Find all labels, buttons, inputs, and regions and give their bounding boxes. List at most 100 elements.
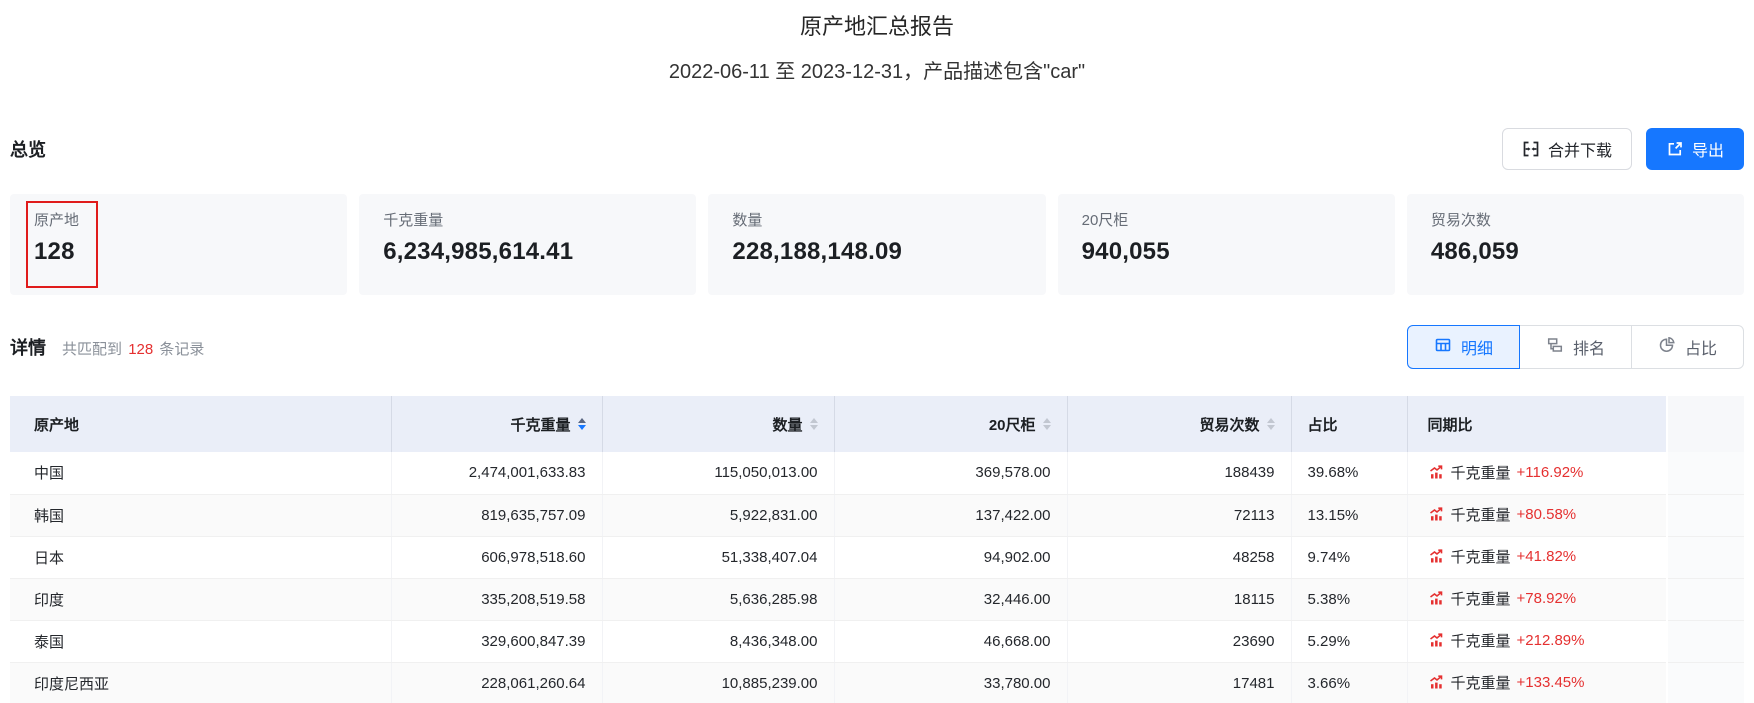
tab-ranking[interactable]: 排名 [1518, 325, 1632, 369]
cell-trades: 18115 [1067, 578, 1292, 621]
tab-label: 明细 [1460, 341, 1493, 358]
cell-trades: 48258 [1067, 536, 1292, 579]
sort-carets-icon[interactable] [577, 418, 586, 430]
cell-origin: 日本 [10, 536, 392, 579]
cell-gutter [1666, 662, 1744, 703]
tab-share[interactable]: 占比 [1630, 325, 1744, 369]
yoy-metric: 千克重量 [1450, 506, 1511, 524]
cell-trades: 72113 [1067, 494, 1292, 537]
section-details-heading: 详情 [10, 338, 46, 358]
export-label: 导出 [1691, 143, 1724, 160]
sort-carets-icon[interactable] [1042, 418, 1051, 430]
stat-card-value: 6,234,985,614.41 [383, 238, 574, 265]
cell-weight: 228,061,260.64 [391, 662, 603, 703]
stat-card-value: 940,055 [1081, 238, 1170, 265]
cell-teu: 137,422.00 [834, 494, 1068, 537]
cell-quantity: 8,436,348.00 [602, 620, 835, 663]
yoy-value: +78.92% [1516, 589, 1577, 607]
yoy-metric: 千克重量 [1450, 548, 1511, 566]
column-header-weight[interactable]: 千克重量 [391, 396, 603, 452]
cell-gutter [1666, 578, 1744, 621]
cell-share: 5.38% [1291, 578, 1408, 621]
stat-card-origin: 原产地 128 [10, 194, 348, 295]
sort-carets-icon[interactable] [809, 418, 818, 430]
cell-gutter [1666, 494, 1744, 537]
cell-origin: 泰国 [10, 620, 392, 663]
trend-up-icon [1428, 632, 1445, 648]
yoy-metric: 千克重量 [1450, 590, 1511, 608]
column-header-quantity[interactable]: 数量 [602, 396, 835, 452]
stat-card-label: 千克重量 [383, 212, 444, 229]
trend-up-icon [1428, 464, 1445, 480]
cell-quantity: 115,050,013.00 [602, 452, 835, 495]
tab-label: 排名 [1572, 341, 1605, 358]
action-buttons: 合并下载 导出 [1501, 128, 1744, 170]
merge-download-button[interactable]: 合并下载 [1501, 128, 1632, 170]
column-header-origin: 原产地 [10, 396, 392, 452]
table-body: 中国 2,474,001,633.83 115,050,013.00 369,5… [10, 452, 1744, 703]
export-button[interactable]: 导出 [1645, 128, 1744, 170]
trend-up-icon [1428, 506, 1445, 522]
trend-up-icon [1428, 590, 1445, 606]
tab-detail[interactable]: 明细 [1406, 325, 1520, 369]
match-prefix: 共匹配到 [62, 341, 123, 358]
column-header-yoy: 同期比 [1407, 396, 1668, 452]
cell-share: 39.68% [1291, 452, 1408, 495]
yoy-metric: 千克重量 [1450, 674, 1511, 692]
merge-icon [1522, 140, 1540, 158]
yoy-value: +133.45% [1516, 673, 1585, 691]
stat-card-value: 128 [34, 238, 75, 265]
yoy-value: +80.58% [1516, 505, 1577, 523]
stat-card-weight: 千克重量 6,234,985,614.41 [359, 194, 697, 295]
stat-card-trades: 贸易次数 486,059 [1406, 194, 1745, 295]
table-row[interactable]: 日本 606,978,518.60 51,338,407.04 94,902.0… [10, 536, 1744, 579]
column-header-share: 占比 [1291, 396, 1408, 452]
cell-share: 5.29% [1291, 620, 1408, 663]
data-table: 原产地 千克重量 数量 20尺柜 贸易次数 占比 同期比 中国 2,474,00… [10, 396, 1744, 703]
details-left: 详情 共匹配到 128 条记录 [10, 334, 204, 360]
page-subtitle: 2022-06-11 至 2023-12-31，产品描述包含"car" [668, 61, 1086, 83]
yoy-value: +116.92% [1516, 463, 1584, 481]
cell-teu: 33,780.00 [834, 662, 1068, 703]
overview-bar: 总览 合并下载 导出 [10, 126, 1744, 172]
yoy-metric: 千克重量 [1450, 632, 1511, 650]
cell-origin: 印度 [10, 578, 392, 621]
merge-download-label: 合并下载 [1547, 143, 1612, 160]
report-page: 原产地汇总报告 2022-06-11 至 2023-12-31，产品描述包含"c… [0, 12, 1754, 703]
cell-yoy: 千克重量 +212.89% [1407, 620, 1668, 663]
match-count-number: 128 [128, 341, 154, 358]
cell-weight: 335,208,519.58 [391, 578, 603, 621]
cell-share: 13.15% [1291, 494, 1408, 537]
cell-weight: 329,600,847.39 [391, 620, 603, 663]
column-header-trades[interactable]: 贸易次数 [1067, 396, 1292, 452]
table-row[interactable]: 泰国 329,600,847.39 8,436,348.00 46,668.00… [10, 620, 1744, 663]
table-row[interactable]: 印度尼西亚 228,061,260.64 10,885,239.00 33,78… [10, 662, 1744, 703]
yoy-value: +212.89% [1516, 631, 1585, 649]
tab-label: 占比 [1684, 341, 1717, 358]
stat-card-label: 原产地 [34, 212, 80, 229]
cell-quantity: 5,636,285.98 [602, 578, 835, 621]
match-suffix: 条记录 [159, 341, 205, 358]
table-icon [1434, 336, 1452, 359]
match-count-text: 共匹配到 128 条记录 [62, 338, 204, 359]
stat-card-teu: 20尺柜 940,055 [1057, 194, 1395, 295]
stat-card-label: 20尺柜 [1081, 212, 1129, 229]
table-header: 原产地 千克重量 数量 20尺柜 贸易次数 占比 同期比 [10, 396, 1744, 452]
cell-gutter [1666, 536, 1744, 579]
cell-yoy: 千克重量 +116.92% [1407, 452, 1668, 495]
sort-carets-icon[interactable] [1266, 418, 1275, 430]
column-header-teu[interactable]: 20尺柜 [834, 396, 1068, 452]
table-row[interactable]: 中国 2,474,001,633.83 115,050,013.00 369,5… [10, 452, 1744, 495]
table-row[interactable]: 韩国 819,635,757.09 5,922,831.00 137,422.0… [10, 494, 1744, 537]
table-row[interactable]: 印度 335,208,519.58 5,636,285.98 32,446.00… [10, 578, 1744, 621]
cell-weight: 819,635,757.09 [391, 494, 603, 537]
cell-trades: 17481 [1067, 662, 1292, 703]
cell-share: 3.66% [1291, 662, 1408, 703]
cell-trades: 23690 [1067, 620, 1292, 663]
cell-teu: 369,578.00 [834, 452, 1068, 495]
cell-quantity: 10,885,239.00 [602, 662, 835, 703]
stat-card-label: 数量 [732, 212, 763, 229]
cell-origin: 中国 [10, 452, 392, 495]
export-icon [1666, 140, 1684, 158]
yoy-value: +41.82% [1516, 547, 1577, 565]
